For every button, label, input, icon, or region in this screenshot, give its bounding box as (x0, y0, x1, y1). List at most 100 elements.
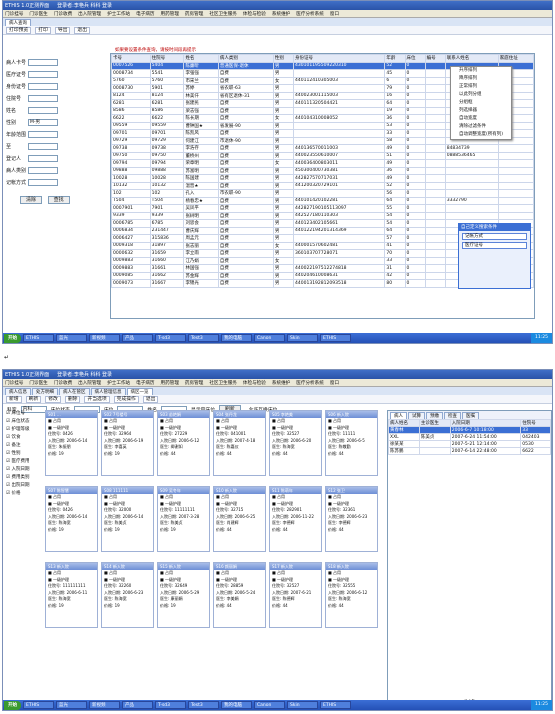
menu-item[interactable]: 门诊医生 (29, 380, 47, 386)
print-button[interactable]: 打印 (35, 26, 51, 34)
tab-patient-info[interactable]: 病人信息 (5, 388, 31, 395)
registrar-select[interactable] (28, 154, 58, 162)
field-checkbox[interactable]: ☑ 床位号 (6, 410, 44, 418)
field-checkbox[interactable]: ☑ 入院日期 (6, 466, 44, 474)
exit-button[interactable]: 退出 (142, 395, 159, 403)
taskbar-item[interactable]: 蓝光 (56, 701, 87, 709)
bed-card[interactable]: S16 颜丽娟 ■ 占用 ■ 一级护理 住院号: 28859 入院日期: 2006-5-… (213, 562, 266, 628)
taskbar-item[interactable]: Skin (287, 334, 318, 342)
bed-card[interactable]: S07 陈智慧 ■ 占用 ■ 一级护理 住院号: 0426 入院日期: 2006-6-1… (45, 486, 98, 552)
bed-card[interactable]: S13 新入院 ■ 占用 ■ 一级护理 住院号: 111111111 入院日期: 200… (45, 562, 98, 628)
taskbar-item[interactable]: T-sd3 (155, 701, 186, 709)
column-header[interactable]: 性别 (272, 54, 295, 63)
context-menu-item[interactable]: 分组框 (451, 99, 511, 107)
context-menu-item[interactable]: 自动调整宽度(所有列) (451, 131, 511, 139)
tab-trial[interactable]: 试算 (408, 412, 425, 419)
name-input[interactable] (28, 106, 58, 114)
table-row[interactable]: 09750 09750 董桥州 自费男 440023550610007 51 0 088853… (111, 151, 534, 160)
menu-item[interactable]: 窗口 (330, 380, 339, 386)
table-row[interactable]: 徐某某 2007-5-21 12:14:00 0530 (388, 440, 551, 448)
taskbar-item[interactable]: Canon (254, 334, 285, 342)
tab-ward-overview[interactable]: 病区一览 (126, 388, 153, 395)
table-row[interactable]: 0007901 7901 吴凤平 自费男 442827190105113097 55 0 (111, 204, 534, 213)
menu-item[interactable]: 窗口 (330, 11, 339, 17)
taskbar-item[interactable]: 蓝光 (56, 334, 87, 342)
bed-card[interactable]: S18 新入院 ■ 占用 ■ 一级护理 住院号: 32555 入院日期: 2006-6-… (325, 562, 378, 628)
column-header[interactable]: 家庭住址 (497, 54, 534, 63)
bed-card[interactable]: S04 张丹龙 ■ 占用 ■ 一级护理 住院号: 041001 入院日期: 2007-4… (213, 410, 266, 476)
menu-item[interactable]: 门诊收费 (54, 380, 72, 386)
tab-orders[interactable]: 医嘱 (462, 412, 479, 419)
column-header[interactable]: 病人姓名 (388, 419, 420, 427)
table-row[interactable]: 黄春林 2006-6-7 10:18:00 33 (388, 426, 551, 434)
field-checkbox[interactable]: ☑ 备注 (6, 442, 44, 450)
menu-item[interactable]: 用药管理 (161, 380, 179, 386)
bed-card[interactable]: S08 111111 ■ 占用 ■ 一级护理 住院号: 32000 入院日期: 2006… (101, 486, 154, 552)
billing-select[interactable] (28, 178, 58, 186)
column-header[interactable]: 年龄 (384, 54, 406, 63)
medical-no-input[interactable] (28, 70, 58, 78)
taskbar-item[interactable]: Skin (287, 701, 318, 709)
complete-button[interactable]: 完成操作 (113, 395, 139, 403)
menu-item[interactable]: 门诊挂号 (5, 11, 23, 17)
menu-item[interactable]: 医疗分析系统 (296, 11, 324, 17)
exit-button[interactable]: 退出 (74, 26, 91, 34)
tab-prescriptions[interactable]: 处方明细 (32, 388, 58, 395)
tab-patient-mgmt[interactable]: 病人管理信息 (90, 388, 126, 395)
context-menu-item[interactable]: 清除过滤条件 (451, 123, 511, 131)
menu-item[interactable]: 体检与检验 (243, 380, 266, 386)
search-button[interactable]: 查找 (47, 196, 70, 204)
column-header[interactable]: 主诊医生 (418, 419, 451, 427)
taskbar-item[interactable]: 我的电脑 (221, 334, 252, 342)
bed-card[interactable]: S02 7号楼号 ■ 占用 ■ 一级护理 住院号: 32964 入院日期: 2006-6… (101, 410, 154, 476)
menu-item[interactable]: 社区卫生服务 (209, 11, 237, 17)
bed-card[interactable]: S17 新入院 ■ 占用 ■ 一级护理 住院号: 32527 入院日期: 2007-6-… (269, 562, 322, 628)
menu-item[interactable]: 用药管理 (161, 11, 179, 17)
refresh-button[interactable]: 刷新 (25, 395, 42, 403)
age-from-input[interactable] (28, 130, 58, 138)
bed-card[interactable]: S03 苗艳娟 ■ 占用 ■ 一级护理 住院号: 27229 入院日期: 2006-6-… (157, 410, 210, 476)
card-no-input[interactable] (28, 58, 58, 66)
field-checkbox[interactable]: ☑ 价格 (6, 490, 44, 498)
menu-item[interactable]: 系统维护 (272, 380, 290, 386)
inpatient-no-input[interactable] (28, 94, 58, 102)
menu-item[interactable]: 出入院管理 (78, 380, 101, 386)
column-header[interactable]: 编号 (424, 54, 446, 63)
menu-item[interactable]: 社区卫生服务 (209, 380, 237, 386)
tab-exam[interactable]: 检查 (444, 412, 461, 419)
field-checkbox[interactable]: ☑ 饮食 (6, 434, 44, 442)
bed-card[interactable]: S01 ... ■ 占用 ■ 一级护理 住院号: 0426 入院日期: 2006-6-1… (45, 410, 98, 476)
menu-item[interactable]: 护士工作站 (107, 380, 130, 386)
menu-item[interactable]: 系统维护 (272, 11, 290, 17)
start-button[interactable]: 开始 (4, 333, 21, 343)
table-row[interactable]: 102 102 孔入 市农职-90 男 56 0 (111, 189, 534, 198)
custom-search-item[interactable]: 医疗证号 (462, 242, 527, 249)
menu-item[interactable]: 电子病历 (136, 11, 154, 17)
taskbar-item[interactable]: 新视频 (89, 701, 120, 709)
clear-button[interactable]: 清除 (20, 196, 43, 204)
table-row[interactable]: 9339 9339 张树明 自费男 442527180110303 54 0 (111, 211, 534, 220)
column-header[interactable]: 身份证号 (293, 54, 386, 63)
tab-prepay[interactable]: 预缴 (426, 412, 443, 419)
start-button[interactable]: 开始 (4, 700, 21, 710)
custom-search-item[interactable]: 记帐方式 (462, 233, 527, 240)
column-header[interactable]: 联系人姓名 (444, 54, 499, 63)
bed-card[interactable]: S11 陈萌年 ■ 占用 ■ 一级护理 住院号: 282901 入院日期: 2006-1… (269, 486, 322, 552)
tab-patient[interactable]: 病人 (390, 412, 407, 419)
print-preview-button[interactable]: 打印预览 (6, 26, 32, 34)
column-header[interactable]: 床位 (404, 54, 426, 63)
bed-card[interactable]: S09 吴冬年 ■ 占用 ■ 一级护理 住院号: 11111111 入院日期: 2007… (157, 486, 210, 552)
field-checkbox[interactable]: ☑ 性别 (6, 450, 44, 458)
context-menu-item[interactable]: 正常排列 (451, 83, 511, 91)
menu-item[interactable]: 门诊收费 (54, 11, 72, 17)
id-no-input[interactable] (28, 82, 58, 90)
age-to-input[interactable] (28, 142, 58, 150)
context-menu-item[interactable]: 以此列分组 (451, 91, 511, 99)
table-row[interactable]: 09794 09794 荣章明 自费女 440036400803011 49 0 (111, 159, 534, 168)
taskbar-item[interactable]: 产品 (122, 334, 153, 342)
option-button[interactable]: 开当选项 (84, 395, 110, 403)
context-menu-item[interactable]: 降序排列 (451, 75, 511, 83)
taskbar-item[interactable]: T-sd3 (155, 334, 186, 342)
taskbar-item[interactable]: Canon (254, 701, 285, 709)
edit-button[interactable]: 修改 (45, 395, 61, 403)
